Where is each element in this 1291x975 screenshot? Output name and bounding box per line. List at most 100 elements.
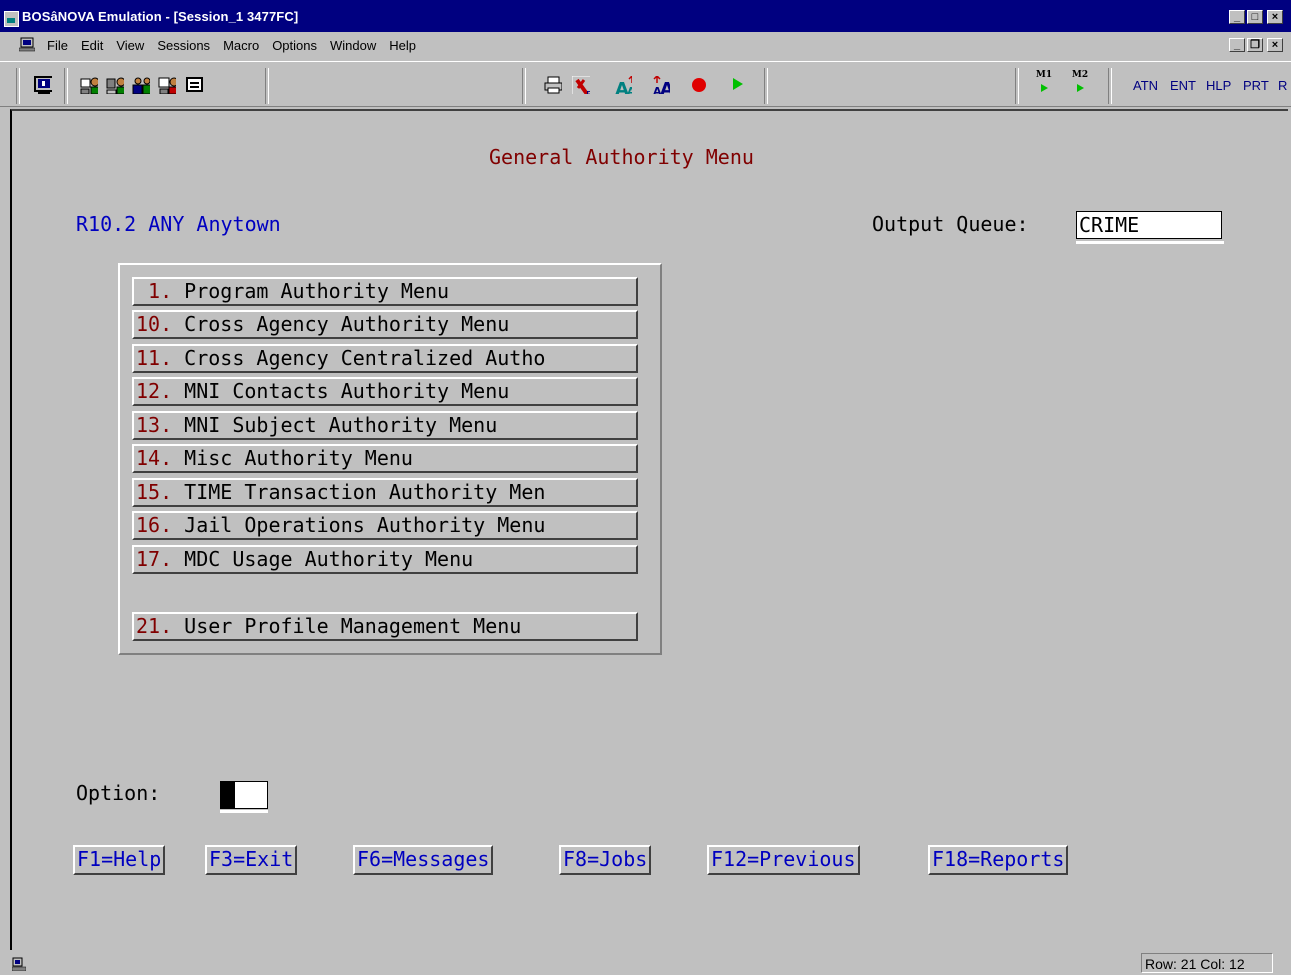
menu-item-label: User Profile Management Menu	[184, 614, 522, 638]
menu-item-11[interactable]: 11. Cross Agency Centralized Autho	[132, 344, 638, 373]
toolbar-separator	[64, 68, 68, 104]
menu-item-10[interactable]: 10. Cross Agency Authority Menu	[132, 310, 638, 339]
toolbar-separator	[1015, 68, 1019, 104]
menu-item-number: 12.	[136, 379, 173, 403]
cursor-position: Row: 21 Col: 12	[1141, 953, 1273, 973]
users-icon[interactable]	[132, 76, 150, 94]
menu-item-number: 11.	[136, 346, 173, 370]
window-icon[interactable]	[186, 76, 204, 94]
print-key-button[interactable]: PRT	[1243, 78, 1269, 93]
menu-edit[interactable]: Edit	[81, 38, 103, 53]
screen-heading: General Authority Menu	[489, 145, 754, 169]
menu-item-13[interactable]: 13. MNI Subject Authority Menu	[132, 411, 638, 440]
macro-2-label: M2	[1071, 70, 1089, 80]
mdi-minimize-button[interactable]: _	[1229, 38, 1245, 52]
f1-help-button[interactable]: F1=Help	[73, 845, 166, 875]
macro-1-label: M1	[1035, 70, 1053, 80]
menu-item-number: 15.	[136, 480, 173, 504]
system-label: R10.2 ANY Anytown	[76, 212, 281, 236]
f3-exit-button[interactable]: F3=Exit	[205, 845, 298, 875]
menu-options[interactable]: Options	[272, 38, 317, 53]
toolbar-separator	[1108, 68, 1112, 104]
f8-jobs-button[interactable]: F8=Jobs	[559, 845, 652, 875]
font-decrease-icon[interactable]: A A	[652, 76, 670, 94]
f6-messages-button[interactable]: F6=Messages	[353, 845, 494, 875]
f12-previous-button[interactable]: F12=Previous	[707, 845, 860, 875]
svg-text:A: A	[660, 79, 670, 94]
menu-item-12[interactable]: 12. MNI Contacts Authority Menu	[132, 377, 638, 406]
menu-item-1[interactable]: 1. Program Authority Menu	[132, 277, 638, 306]
menu-item-21[interactable]: 21. User Profile Management Menu	[132, 612, 638, 641]
menu-item-label: MNI Subject Authority Menu	[184, 413, 498, 437]
record-macro-icon[interactable]	[690, 76, 708, 94]
edit-macro-icon[interactable]: Ex	[572, 76, 590, 94]
option-label: Option:	[76, 781, 161, 805]
macro-1-button[interactable]: M1	[1032, 70, 1056, 102]
menu-file[interactable]: File	[47, 38, 68, 53]
help-key-button[interactable]: HLP	[1206, 78, 1231, 93]
maximize-button[interactable]: □	[1247, 10, 1263, 24]
field-underline	[1076, 241, 1224, 244]
menu-item-label: Misc Authority Menu	[184, 446, 413, 470]
font-increase-icon[interactable]: A A	[614, 76, 632, 94]
menu-help[interactable]: Help	[389, 38, 416, 53]
menu-item-label: MDC Usage Authority Menu	[184, 547, 474, 571]
play-icon	[1077, 84, 1084, 92]
menu-item-label: Cross Agency Centralized Autho	[184, 346, 546, 370]
menu-item-label: Jail Operations Authority Menu	[184, 513, 546, 537]
f18-reports-button[interactable]: F18=Reports	[928, 845, 1069, 875]
status-bar: Row: 21 Col: 12	[0, 950, 1291, 975]
reset-button[interactable]: R	[1278, 78, 1287, 93]
menu-item-label: Cross Agency Authority Menu	[184, 312, 510, 336]
menu-item-label: TIME Transaction Authority Men	[184, 480, 546, 504]
svg-text:A: A	[627, 85, 632, 94]
menu-item-label: MNI Contacts Authority Menu	[184, 379, 510, 403]
menu-item-number: 21.	[136, 614, 173, 638]
enter-button[interactable]: ENT	[1170, 78, 1196, 93]
mdi-close-button[interactable]: ×	[1267, 38, 1283, 52]
display-icon[interactable]	[34, 76, 52, 94]
menu-item-16[interactable]: 16. Jail Operations Authority Menu	[132, 511, 638, 540]
menu-view[interactable]: View	[116, 38, 144, 53]
menu-item-17[interactable]: 17. MDC Usage Authority Menu	[132, 545, 638, 574]
disconnect-session-icon[interactable]	[106, 76, 124, 94]
minimize-button[interactable]: _	[1229, 10, 1245, 24]
option-input[interactable]	[220, 781, 268, 809]
menu-item-number: 14.	[136, 446, 173, 470]
toolbar: Ex A A A A M1 M2 ATN ENT HLP PRT R	[0, 61, 1291, 107]
play-icon	[1041, 84, 1048, 92]
toolbar-separator	[265, 68, 269, 104]
connect-session-icon[interactable]	[80, 76, 98, 94]
output-queue-label: Output Queue:	[872, 212, 1029, 236]
menu-item-14[interactable]: 14. Misc Authority Menu	[132, 444, 638, 473]
toolbar-separator	[16, 68, 20, 104]
menu-item-number: 13.	[136, 413, 173, 437]
session-status-icon	[12, 957, 26, 971]
window-title: BOSâNOVA Emulation - [Session_1 3477FC]	[22, 9, 299, 24]
menu-item-number: 1.	[136, 279, 173, 303]
menu-item-15[interactable]: 15. TIME Transaction Authority Men	[132, 478, 638, 507]
menu-macro[interactable]: Macro	[223, 38, 259, 53]
play-macro-icon[interactable]	[730, 76, 748, 94]
toolbar-separator	[522, 68, 526, 104]
output-queue-field[interactable]: CRIME	[1076, 211, 1222, 239]
menu-bar: File Edit View Sessions Macro Options Wi…	[0, 33, 1291, 59]
session-icon[interactable]	[19, 37, 35, 53]
macro-2-button[interactable]: M2	[1068, 70, 1092, 102]
transfer-icon[interactable]	[158, 76, 176, 94]
app-icon[interactable]	[4, 11, 19, 27]
close-button[interactable]: ×	[1267, 10, 1283, 24]
attention-button[interactable]: ATN	[1133, 78, 1158, 93]
menu-sessions[interactable]: Sessions	[157, 38, 210, 53]
menu-item-number: 17.	[136, 547, 173, 571]
menu-window[interactable]: Window	[330, 38, 376, 53]
menu-item-label: Program Authority Menu	[184, 279, 450, 303]
svg-text:Ex: Ex	[586, 90, 590, 94]
menu-item-number: 16.	[136, 513, 173, 537]
print-icon[interactable]	[544, 76, 562, 94]
terminal-screen[interactable]: General Authority Menu R10.2 ANY Anytown…	[10, 109, 1288, 951]
mdi-restore-button[interactable]: ❐	[1247, 38, 1263, 52]
menu-item-number: 10.	[136, 312, 173, 336]
field-underline	[220, 810, 268, 813]
toolbar-separator	[764, 68, 768, 104]
